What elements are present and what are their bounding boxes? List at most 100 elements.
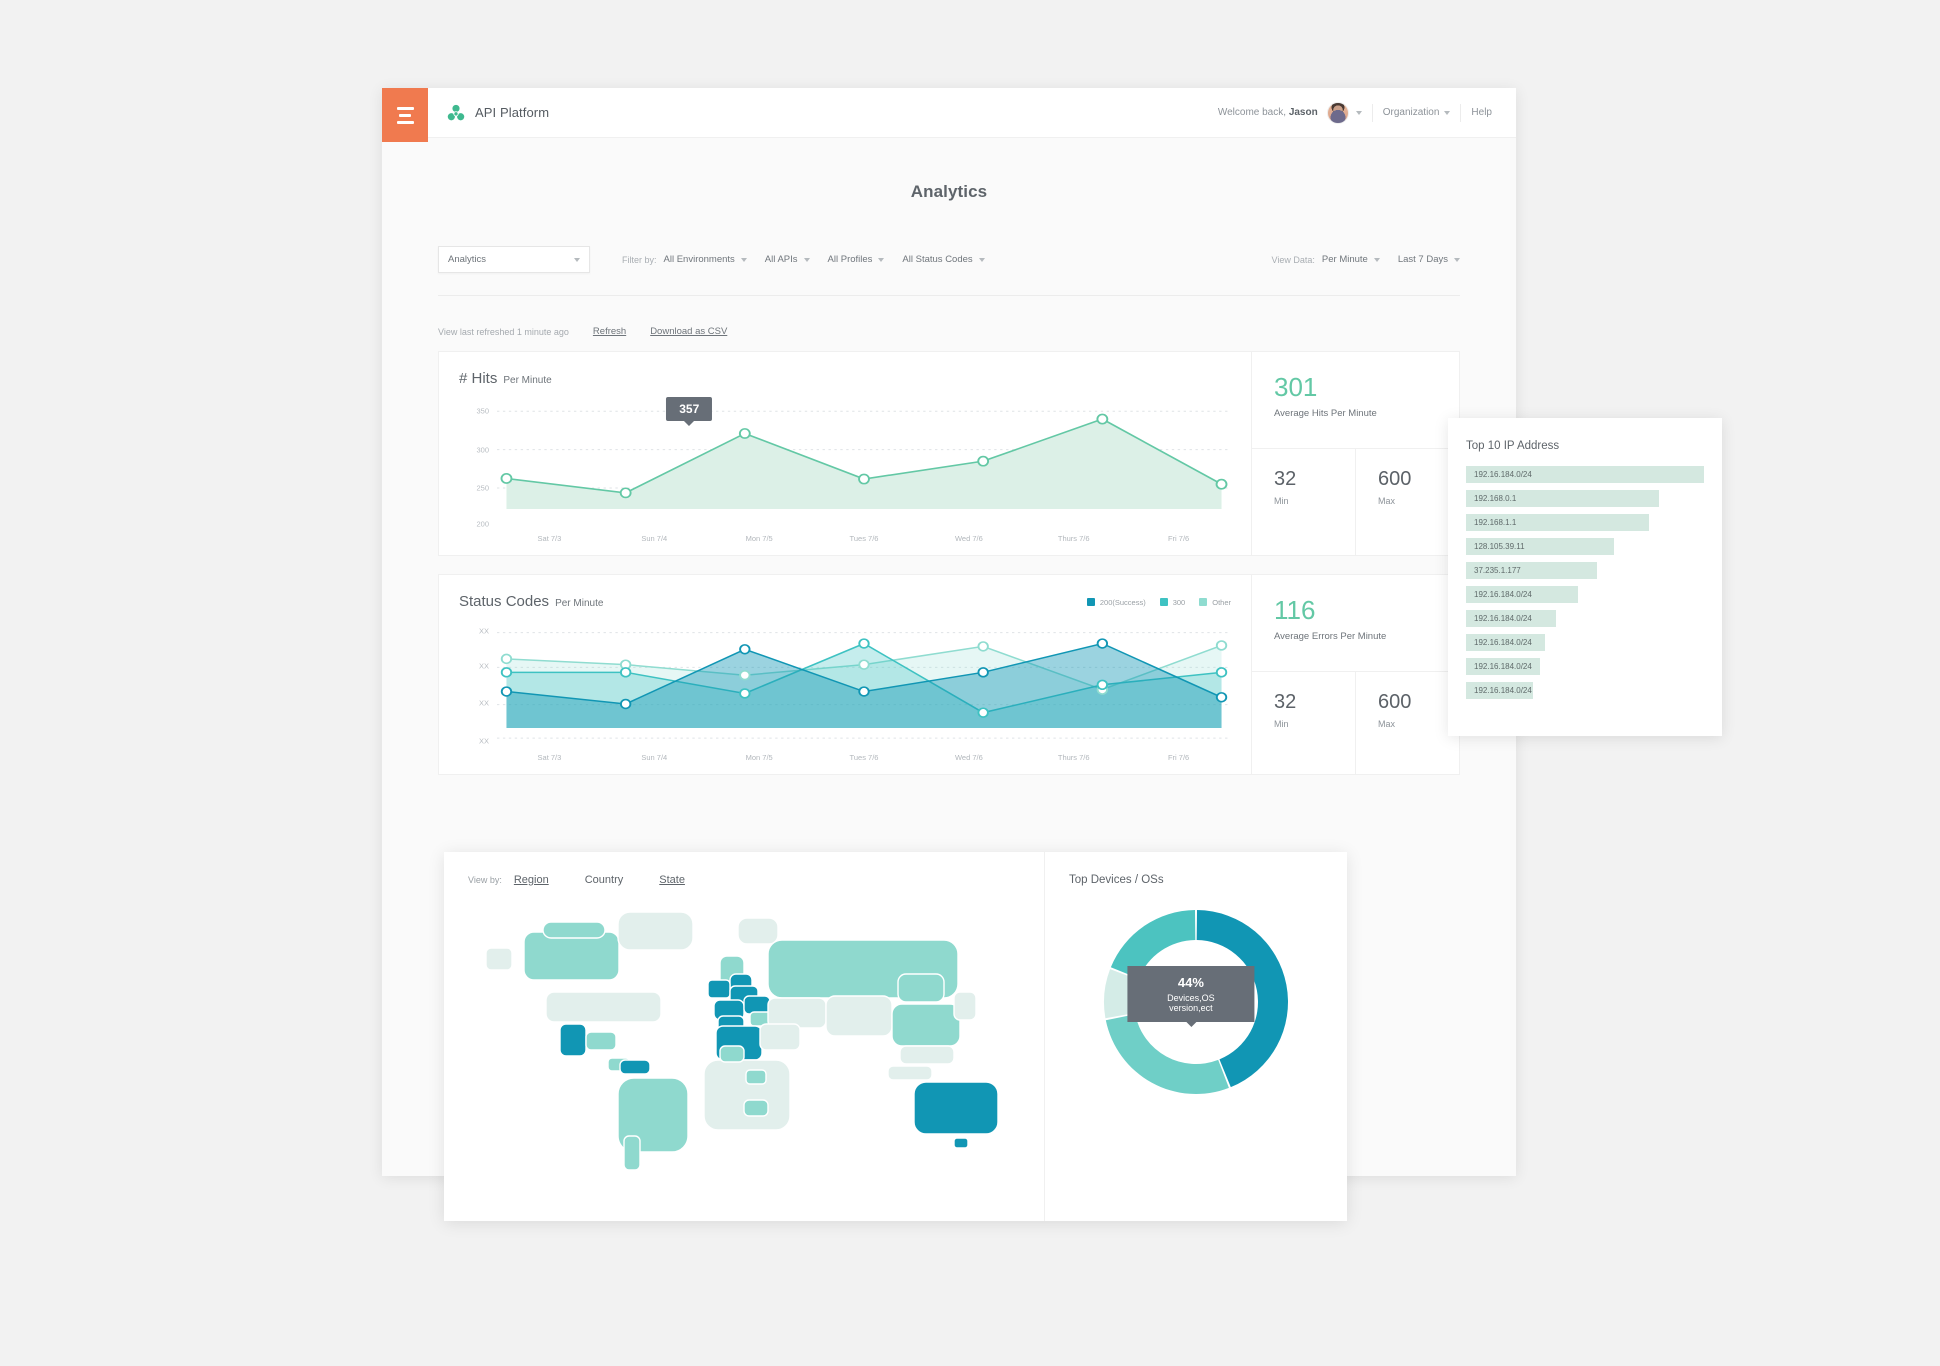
view-by-label: View by:: [468, 875, 502, 885]
hits-chart-area: # Hits Per Minute 350 300 250 200 357 Sa…: [439, 352, 1251, 555]
errors-max-label: Max: [1378, 719, 1396, 729]
date-range-select[interactable]: Last 7 Days: [1398, 254, 1460, 265]
donut-tooltip-percent: 44%: [1177, 975, 1204, 990]
x-tick: Thurs 7/6: [1057, 753, 1090, 762]
hits-max-label: Max: [1378, 496, 1396, 506]
legend-item[interactable]: 200(Success): [1086, 597, 1146, 607]
date-range-value: Last 7 Days: [1397, 254, 1448, 265]
world-map[interactable]: [468, 900, 1020, 1177]
status-chart-legend: 200(Success) 300 Other: [1086, 597, 1231, 607]
x-tick: Wed 7/6: [954, 534, 983, 543]
x-tick: Fri 7/6: [1167, 753, 1190, 762]
organization-menu[interactable]: Organization: [1373, 107, 1461, 118]
chevron-down-icon: [574, 257, 580, 262]
organization-label: Organization: [1382, 107, 1440, 118]
molecule-logo-icon: [447, 104, 465, 120]
status-chart-subtitle: Per Minute: [555, 598, 604, 609]
chevron-down-icon: [878, 257, 885, 262]
filter-all-apis[interactable]: All APIs: [765, 254, 810, 265]
errors-min-label: Min: [1274, 719, 1289, 729]
hits-chart-header: # Hits Per Minute: [459, 370, 1231, 387]
chevron-down-icon: [803, 257, 810, 262]
ip-address-row[interactable]: 192.168.0.1: [1466, 490, 1659, 507]
ip-address-row[interactable]: 192.168.1.1: [1466, 514, 1650, 531]
ip-panel-title: Top 10 IP Address: [1466, 440, 1560, 452]
download-csv-link[interactable]: Download as CSV: [650, 326, 727, 337]
help-link[interactable]: Help: [1461, 107, 1502, 118]
legend-swatch: [1199, 598, 1208, 606]
ip-address-row[interactable]: 192.16.184.0/24: [1466, 682, 1533, 699]
ip-address-label: 192.168.1.1: [1474, 518, 1517, 527]
refresh-bar: View last refreshed 1 minute ago Refresh…: [438, 326, 1516, 337]
hits-plot: 350 300 250 200 357: [459, 397, 1231, 529]
ip-address-label: 192.16.184.0/24: [1474, 470, 1532, 479]
ip-address-label: 192.168.0.1: [1474, 494, 1517, 503]
view-by-state[interactable]: State: [641, 874, 703, 886]
view-data-select[interactable]: Per Minute: [1322, 254, 1380, 265]
donut-chart-wrap: 44% Devices,OS version,ect: [1069, 904, 1323, 1100]
ip-address-row[interactable]: 128.105.39.11: [1466, 538, 1614, 555]
legend-label: Other: [1212, 597, 1231, 607]
view-data-label: View Data:: [1271, 254, 1315, 265]
ip-address-row[interactable]: 37.235.1.177: [1466, 562, 1597, 579]
ip-address-row[interactable]: 192.16.184.0/24: [1466, 466, 1704, 483]
errors-average-value: 116: [1274, 595, 1316, 625]
devices-panel-title: Top Devices / OSs: [1069, 874, 1164, 886]
ip-address-row[interactable]: 192.16.184.0/24: [1466, 586, 1578, 603]
ip-address-row[interactable]: 192.16.184.0/24: [1466, 658, 1540, 675]
hits-minmax: 32 Min 600 Max: [1252, 448, 1459, 555]
view-by-region[interactable]: Region: [514, 874, 567, 886]
x-tick: Tues 7/6: [849, 753, 879, 762]
welcome-text: Welcome back, Jason: [1218, 107, 1318, 118]
ip-address-label: 192.16.184.0/24: [1474, 638, 1532, 647]
chevron-down-icon: [1454, 257, 1460, 262]
map-column: View by: Region Country State: [444, 852, 1045, 1221]
donut-tooltip: 44% Devices,OS version,ect: [1127, 966, 1255, 1022]
welcome-prefix: Welcome back,: [1217, 107, 1287, 118]
filter-label: All Status Codes: [902, 254, 973, 265]
donut-tooltip-label: Devices,OS version,ect: [1167, 993, 1215, 1013]
filter-all-status-codes[interactable]: All Status Codes: [902, 254, 985, 265]
errors-average-stat: 116 Average Errors Per Minute: [1252, 575, 1459, 671]
errors-max-stat: 600 Max: [1355, 672, 1459, 774]
top-ip-address-panel: Top 10 IP Address 192.16.184.0/24 192.168…: [1448, 418, 1722, 736]
top-navigation-bar: API Platform Welcome back, Jason Organiz…: [382, 88, 1516, 142]
status-plot: XX XX XX XX: [459, 624, 1231, 748]
hits-min-label: Min: [1274, 496, 1289, 506]
legend-item[interactable]: Other: [1199, 598, 1231, 607]
geography-devices-panel: View by: Region Country State Top Device…: [444, 852, 1347, 1221]
errors-min-stat: 32 Min: [1252, 672, 1355, 774]
hits-stats-panel: 301 Average Hits Per Minute 32 Min 600 M…: [1251, 352, 1459, 555]
brand: API Platform: [446, 103, 549, 123]
filter-label: All Environments: [663, 254, 735, 265]
chevron-down-icon[interactable]: [1355, 110, 1362, 115]
avatar[interactable]: [1326, 101, 1349, 124]
hits-chart-title: # Hits: [459, 370, 498, 387]
filter-all-profiles[interactable]: All Profiles: [828, 254, 885, 265]
ip-address-label: 128.105.39.11: [1474, 542, 1525, 551]
x-tick: Thurs 7/6: [1057, 534, 1090, 543]
x-tick: Sat 7/3: [537, 534, 562, 543]
view-by-country[interactable]: Country: [567, 874, 642, 886]
hits-y-axis: 350 300 250 200: [459, 401, 493, 529]
x-tick: Sat 7/3: [537, 753, 562, 762]
x-tick: Wed 7/6: [954, 753, 983, 762]
ip-address-row[interactable]: 192.16.184.0/24: [1466, 610, 1557, 627]
refresh-link[interactable]: Refresh: [593, 326, 626, 337]
status-codes-data-points: [500, 638, 1228, 718]
report-select[interactable]: Analytics: [438, 246, 590, 273]
top-bar-right: Welcome back, Jason Organization Help: [1218, 101, 1516, 124]
legend-label: 200(Success): [1099, 597, 1146, 607]
y-tick: 300: [476, 445, 489, 455]
hamburger-menu-icon[interactable]: [382, 88, 428, 142]
view-data-value: Per Minute: [1321, 254, 1368, 265]
legend-item[interactable]: 300: [1159, 598, 1185, 607]
status-chart-header: Status Codes Per Minute 200(Success) 300: [459, 593, 1231, 610]
ip-address-label: 37.235.1.177: [1474, 566, 1521, 575]
chevron-down-icon: [1373, 257, 1380, 262]
filter-all-environments[interactable]: All Environments: [664, 254, 747, 265]
ip-address-row[interactable]: 192.16.184.0/24: [1466, 634, 1545, 651]
y-tick: XX: [478, 736, 489, 746]
devices-column: Top Devices / OSs 44% Devices,OS version…: [1045, 852, 1347, 1221]
hits-average-value: 301: [1274, 372, 1318, 402]
